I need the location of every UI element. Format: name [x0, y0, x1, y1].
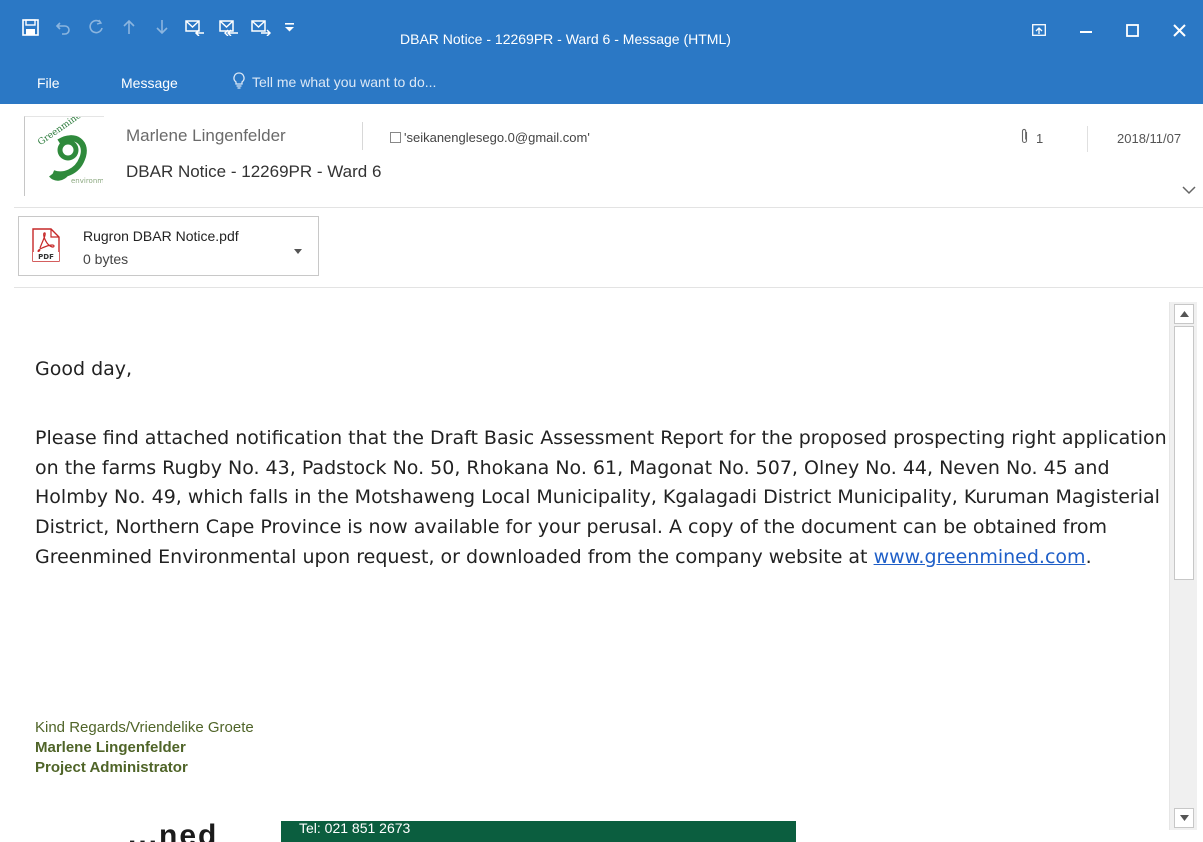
pdf-icon: PDF — [32, 228, 60, 266]
recipient[interactable]: 'seikanenglesego.0@gmail.com' — [390, 130, 590, 145]
maximize-icon[interactable] — [1109, 16, 1156, 44]
message-header: Greenmined environmental Marlene Lingenf… — [0, 104, 1203, 210]
attachment-count-value: 1 — [1036, 130, 1044, 146]
body-paragraph: Please find attached notification that t… — [35, 424, 1167, 573]
message-body: Good day, Please find attached notificat… — [14, 288, 1167, 842]
recipient-address: 'seikanenglesego.0@gmail.com' — [404, 130, 590, 145]
attachment-size: 0 bytes — [83, 251, 129, 267]
quick-access-toolbar — [18, 14, 306, 40]
ribbon-display-options-icon[interactable] — [1015, 16, 1062, 44]
attachment-tile[interactable]: PDF Rugron DBAR Notice.pdf 0 bytes — [18, 216, 319, 276]
previous-item-icon[interactable] — [117, 15, 141, 39]
lightbulb-icon — [233, 72, 252, 92]
header-divider — [1087, 126, 1088, 152]
body-text-end: . — [1085, 545, 1092, 568]
close-icon[interactable] — [1156, 16, 1203, 44]
header-divider — [362, 122, 363, 150]
minimize-icon[interactable] — [1062, 16, 1109, 44]
avatar: Greenmined environmental — [24, 107, 122, 196]
scroll-down-icon[interactable] — [1174, 808, 1194, 828]
contact-banner: Tel: 021 851 2673 — [281, 821, 796, 842]
signature-name: Marlene Lingenfelder — [35, 739, 186, 756]
attachment-count: 1 — [1020, 128, 1043, 148]
vertical-scrollbar[interactable] — [1169, 302, 1197, 830]
tab-message[interactable]: Message — [121, 74, 178, 92]
customize-qat-icon[interactable] — [282, 15, 296, 39]
save-icon[interactable] — [18, 15, 42, 39]
website-link[interactable]: www.greenmined.com — [874, 546, 1086, 568]
received-date: 2018/11/07 — [1117, 131, 1182, 146]
window-controls — [1015, 16, 1203, 44]
window-title: DBAR Notice - 12269PR - Ward 6 - Message… — [400, 31, 731, 47]
ribbon: File Message Tell me what you want to do… — [0, 62, 1203, 104]
redo-icon[interactable] — [84, 15, 108, 39]
scrollbar-thumb[interactable] — [1174, 326, 1194, 580]
tell-me-search[interactable]: Tell me what you want to do... — [233, 72, 436, 92]
next-item-icon[interactable] — [150, 15, 174, 39]
sender-name[interactable]: Marlene Lingenfelder — [126, 126, 286, 146]
scroll-up-icon[interactable] — [1174, 304, 1194, 324]
svg-text:environmental: environmental — [71, 177, 103, 185]
recipient-checkbox-icon — [390, 132, 401, 143]
signature-role: Project Administrator — [35, 759, 188, 776]
attachment-name: Rugron DBAR Notice.pdf — [83, 228, 239, 244]
pdf-icon-label: PDF — [38, 253, 54, 261]
reply-icon[interactable] — [183, 15, 207, 39]
signature-closing: Kind Regards/Vriendelike Groete — [35, 719, 254, 736]
company-logo-fragment: ...ned — [128, 819, 219, 842]
greeting: Good day, — [35, 358, 133, 380]
contact-phone: Tel: 021 851 2673 — [299, 821, 411, 836]
reply-all-icon[interactable] — [216, 15, 240, 39]
attachment-menu-caret-icon[interactable] — [294, 239, 302, 258]
tell-me-label: Tell me what you want to do... — [252, 74, 437, 90]
header-separator — [14, 207, 1203, 208]
message-subject: DBAR Notice - 12269PR - Ward 6 — [126, 162, 382, 181]
title-bar: DBAR Notice - 12269PR - Ward 6 - Message… — [0, 0, 1203, 62]
undo-icon[interactable] — [51, 15, 75, 39]
tab-file[interactable]: File — [37, 74, 60, 92]
forward-icon[interactable] — [249, 15, 273, 39]
chevron-down-icon[interactable] — [1182, 180, 1196, 199]
signature: Kind Regards/Vriendelike Groete Marlene … — [35, 718, 254, 778]
paperclip-icon — [1020, 128, 1036, 148]
